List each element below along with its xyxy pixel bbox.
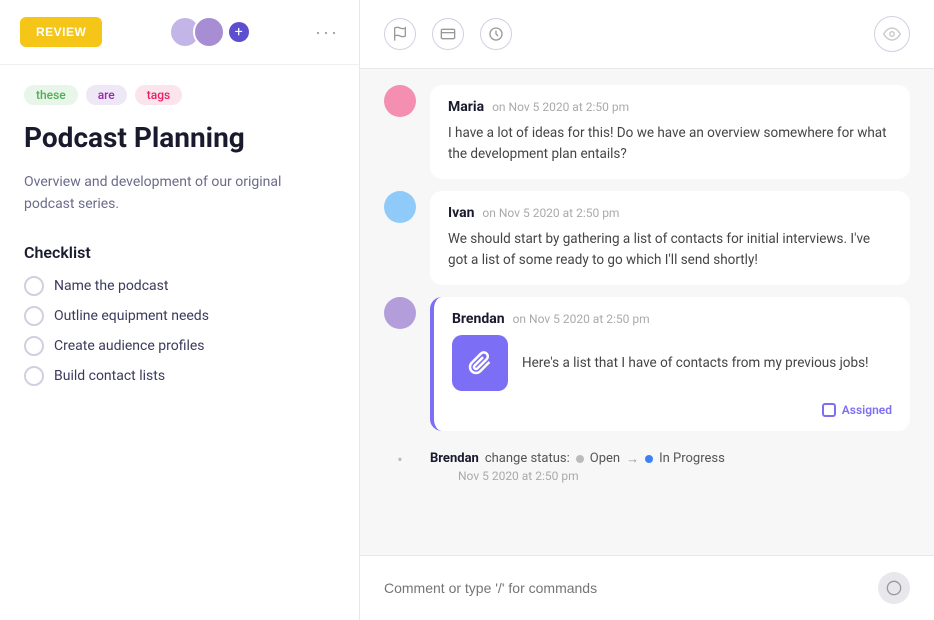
- review-button[interactable]: REVIEW: [20, 17, 102, 47]
- message-text-1: I have a lot of ideas for this! Do we ha…: [448, 123, 892, 165]
- status-change-row: • Brendan change status: Open → In Progr…: [384, 443, 910, 491]
- attachment-thumbnail[interactable]: [452, 335, 508, 391]
- avatar-2: [193, 16, 225, 48]
- checklist-item-4[interactable]: Build contact lists: [24, 366, 335, 386]
- more-options-button[interactable]: ···: [315, 22, 339, 43]
- checklist-label-1: Name the podcast: [54, 278, 168, 294]
- sender-name-3: Brendan: [452, 311, 505, 327]
- status-change: Brendan change status: Open → In Progres…: [430, 443, 725, 491]
- message-item-1: Maria on Nov 5 2020 at 2:50 pm I have a …: [384, 85, 910, 179]
- status-action: change status:: [485, 451, 570, 466]
- assigned-badge[interactable]: Assigned: [822, 403, 892, 417]
- send-button[interactable]: [878, 572, 910, 604]
- tag-are[interactable]: are: [86, 85, 127, 105]
- sender-name-1: Maria: [448, 99, 484, 115]
- flag-icon[interactable]: [384, 18, 416, 50]
- message-item-3: Brendan on Nov 5 2020 at 2:50 pm Here's …: [384, 297, 910, 431]
- toolbar-left: [384, 18, 512, 50]
- attachment-block: Here's a list that I have of contacts fr…: [452, 335, 892, 391]
- add-member-button[interactable]: +: [229, 22, 249, 42]
- check-circle-4[interactable]: [24, 366, 44, 386]
- status-to: In Progress: [659, 451, 725, 466]
- top-bar: REVIEW + ···: [0, 0, 359, 65]
- left-panel: REVIEW + ··· these are tags Podcast Plan…: [0, 0, 360, 620]
- assigned-checkbox[interactable]: [822, 403, 836, 417]
- comment-input[interactable]: [384, 580, 878, 596]
- tag-these[interactable]: these: [24, 85, 78, 105]
- avatar-maria: [384, 85, 416, 117]
- left-content: these are tags Podcast Planning Overview…: [0, 65, 359, 620]
- checklist-item-3[interactable]: Create audience profiles: [24, 336, 335, 356]
- comment-bar: [360, 555, 934, 620]
- check-circle-3[interactable]: [24, 336, 44, 356]
- checklist-title: Checklist: [24, 243, 335, 262]
- right-panel: Maria on Nov 5 2020 at 2:50 pm I have a …: [360, 0, 934, 620]
- message-header-2: Ivan on Nov 5 2020 at 2:50 pm: [448, 205, 892, 221]
- checklist-item-2[interactable]: Outline equipment needs: [24, 306, 335, 326]
- message-time-2: on Nov 5 2020 at 2:50 pm: [482, 206, 619, 220]
- check-circle-2[interactable]: [24, 306, 44, 326]
- card-icon[interactable]: [432, 18, 464, 50]
- message-time-3: on Nov 5 2020 at 2:50 pm: [513, 312, 650, 326]
- check-circle-1[interactable]: [24, 276, 44, 296]
- clock-icon[interactable]: [480, 18, 512, 50]
- messages-list: Maria on Nov 5 2020 at 2:50 pm I have a …: [384, 85, 910, 491]
- eye-icon[interactable]: [874, 16, 910, 52]
- status-time: Nov 5 2020 at 2:50 pm: [458, 469, 725, 483]
- tag-tags[interactable]: tags: [135, 85, 182, 105]
- message-item-2: Ivan on Nov 5 2020 at 2:50 pm We should …: [384, 191, 910, 285]
- page-title: Podcast Planning: [24, 121, 335, 155]
- status-bullet: •: [397, 450, 402, 469]
- status-arrow: →: [626, 451, 639, 467]
- attachment-text: Here's a list that I have of contacts fr…: [522, 355, 892, 371]
- status-dot-to: [645, 455, 653, 463]
- message-header-3: Brendan on Nov 5 2020 at 2:50 pm: [452, 311, 892, 327]
- checklist-label-4: Build contact lists: [54, 368, 165, 384]
- status-dot-from: [576, 455, 584, 463]
- checklist-label-3: Create audience profiles: [54, 338, 205, 354]
- message-time-1: on Nov 5 2020 at 2:50 pm: [492, 100, 629, 114]
- messages-area: Maria on Nov 5 2020 at 2:50 pm I have a …: [360, 69, 934, 555]
- right-toolbar: [360, 0, 934, 69]
- avatar-brendan: [384, 297, 416, 329]
- avatar-group: +: [169, 16, 249, 48]
- checklist-label-2: Outline equipment needs: [54, 308, 209, 324]
- tags-row: these are tags: [24, 85, 335, 105]
- message-bubble-3: Brendan on Nov 5 2020 at 2:50 pm Here's …: [430, 297, 910, 431]
- status-actor: Brendan: [430, 451, 479, 466]
- message-text-2: We should start by gathering a list of c…: [448, 229, 892, 271]
- status-from: Open: [590, 451, 620, 466]
- checklist-item-1[interactable]: Name the podcast: [24, 276, 335, 296]
- assigned-label: Assigned: [842, 403, 892, 417]
- message-header-1: Maria on Nov 5 2020 at 2:50 pm: [448, 99, 892, 115]
- message-bubble-1: Maria on Nov 5 2020 at 2:50 pm I have a …: [430, 85, 910, 179]
- status-row: Brendan change status: Open → In Progres…: [430, 451, 725, 467]
- description: Overview and development of our original…: [24, 171, 335, 216]
- message-bubble-2: Ivan on Nov 5 2020 at 2:50 pm We should …: [430, 191, 910, 285]
- status-bullet-spacer: •: [384, 443, 416, 475]
- checklist: Name the podcast Outline equipment needs…: [24, 276, 335, 386]
- sender-name-2: Ivan: [448, 205, 474, 221]
- avatar-ivan: [384, 191, 416, 223]
